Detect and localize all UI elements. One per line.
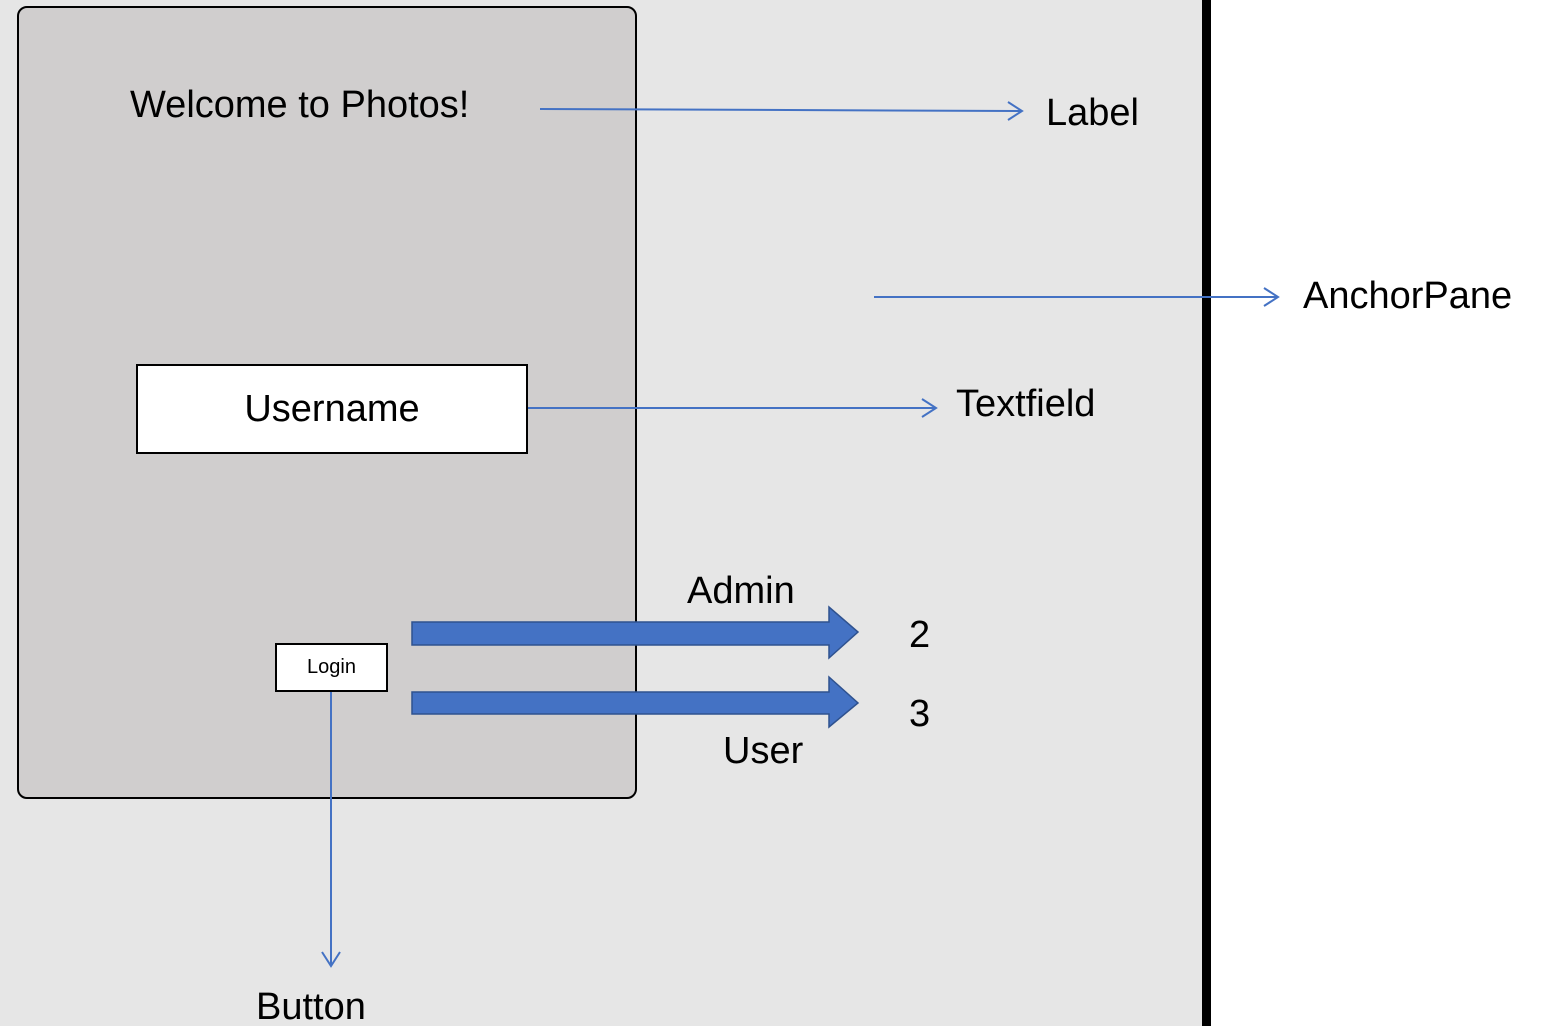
- anchorpane-annotation: AnchorPane: [1303, 275, 1513, 317]
- admin-target-number: 2: [909, 614, 931, 656]
- button-annotation: Button: [256, 986, 366, 1026]
- diagram-canvas: Welcome to Photos! Username Login Label …: [0, 0, 1548, 1026]
- user-target-number: 3: [909, 693, 931, 735]
- admin-annotation: Admin: [687, 570, 795, 612]
- divider-bar: [1202, 0, 1211, 1026]
- login-button[interactable]: Login: [275, 643, 388, 692]
- textfield-annotation: Textfield: [956, 383, 1096, 425]
- user-annotation: User: [723, 730, 804, 772]
- label-annotation: Label: [1046, 92, 1139, 134]
- welcome-label: Welcome to Photos!: [130, 84, 470, 126]
- username-textfield[interactable]: Username: [136, 364, 528, 454]
